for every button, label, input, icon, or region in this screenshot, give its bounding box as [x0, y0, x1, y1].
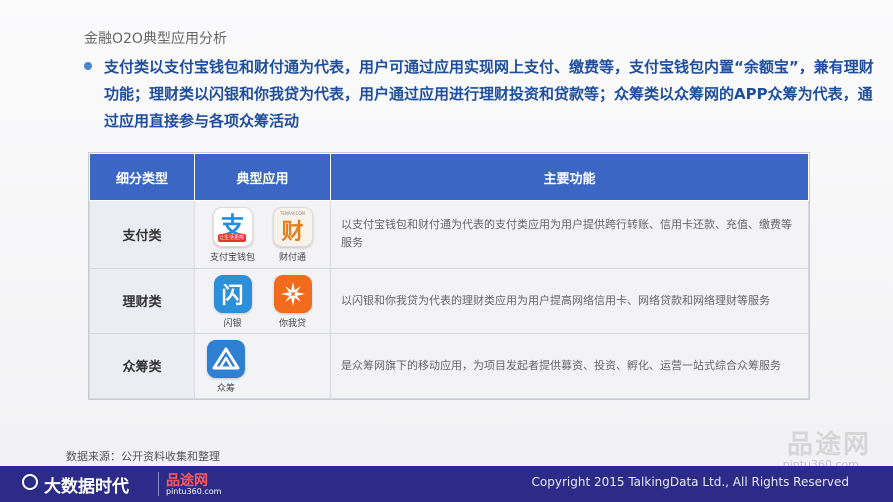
header-function: 主要功能	[330, 153, 809, 201]
header-apps: 典型应用	[194, 153, 331, 201]
app-label: 众筹	[216, 383, 235, 394]
watermark: 品途网	[786, 430, 871, 460]
table-row: 众筹类 众筹 是众筹网旗下的移动应用，为项目发起者提供募资、投资、孵化、运营一站…	[89, 332, 809, 400]
bullet-dot-icon	[84, 62, 92, 70]
tenpay-icon: TENPAY.COM 财	[272, 207, 313, 248]
slide: 金融O2O典型应用分析 支付类以支付宝钱包和财付通为代表，用户可通过应用实现网上…	[0, 0, 893, 502]
app-label: 你我贷	[278, 318, 306, 329]
zhongchou-icon	[207, 339, 245, 378]
app-niwodai: 你我贷	[270, 274, 316, 329]
function-cell: 以闪银和你我贷为代表的理财类应用为用户提高网络信用卡、网络贷款和网络理财等服务	[330, 267, 809, 334]
function-cell: 以支付宝钱包和财付通为代表的支付类应用为用户提供跨行转账、信用卡还款、充值、缴费…	[330, 200, 809, 269]
category-cell: 理财类	[89, 267, 195, 334]
app-label: 财付通	[278, 253, 306, 264]
footer-bar: 大数据时代 品途网 pintu360.com Copyright 2015 Ta…	[0, 466, 893, 502]
category-cell: 众筹类	[89, 332, 195, 400]
app-label: 闪银	[223, 318, 242, 329]
tenpay-top-text: TENPAY.COM	[280, 211, 305, 217]
copyright-notice: Copyright 2015 TalkingData Ltd., All Rig…	[531, 475, 849, 489]
table-header-row: 细分类型 典型应用 主要功能	[89, 153, 809, 201]
footer-logo: 大数据时代	[44, 477, 129, 497]
table-row: 支付类 支 让生活更简单 支付宝钱包 TENPAY.COM 财 财付通 以支付宝…	[89, 200, 809, 269]
tenpay-glyph: 财	[281, 220, 304, 246]
niwodai-star-icon	[280, 281, 305, 306]
shanyin-icon: 闪	[213, 274, 252, 313]
app-shanyin: 闪 闪银	[210, 274, 256, 329]
app-zhongchou: 众筹	[203, 339, 249, 394]
table-row: 理财类 闪 闪银 你我贷 以闪银和你我贷为代表的理财类应用为用户提高网络信用卡、…	[89, 267, 809, 334]
data-source-note: 数据来源：公开资料收集和整理	[66, 450, 220, 463]
header-category: 细分类型	[89, 153, 195, 201]
summary-bullet: 支付类以支付宝钱包和财付通为代表，用户可通过应用实现网上支付、缴费等，支付宝钱包…	[104, 58, 874, 130]
apps-cell: 闪 闪银 你我贷	[194, 267, 331, 334]
app-label: 支付宝钱包	[209, 253, 255, 264]
niwodai-icon	[273, 274, 312, 313]
alipay-band: 让生活更简单	[217, 234, 246, 248]
apps-cell: 众筹	[194, 332, 331, 400]
alipay-icon: 支 让生活更简单	[212, 207, 253, 248]
brand-url: pintu360.com	[166, 487, 222, 496]
function-cell: 是众筹网旗下的移动应用，为项目发起者提供募资、投资、孵化、运营一站式综合众筹服务	[330, 332, 809, 400]
category-cell: 支付类	[89, 200, 195, 269]
app-alipay: 支 让生活更简单 支付宝钱包	[210, 207, 256, 263]
o2o-apps-table: 细分类型 典型应用 主要功能 支付类 支 让生活更简单 支付宝钱包 TENPAY…	[88, 152, 810, 400]
app-tenpay: TENPAY.COM 财 财付通	[270, 207, 316, 263]
shanyin-glyph: 闪	[221, 283, 244, 309]
zhongchou-peaks-icon	[212, 347, 240, 370]
talkingdata-logo-icon	[22, 474, 38, 490]
apps-cell: 支 让生活更简单 支付宝钱包 TENPAY.COM 财 财付通	[194, 200, 331, 269]
slide-title: 金融O2O典型应用分析	[84, 31, 227, 47]
footer-divider	[158, 472, 159, 496]
